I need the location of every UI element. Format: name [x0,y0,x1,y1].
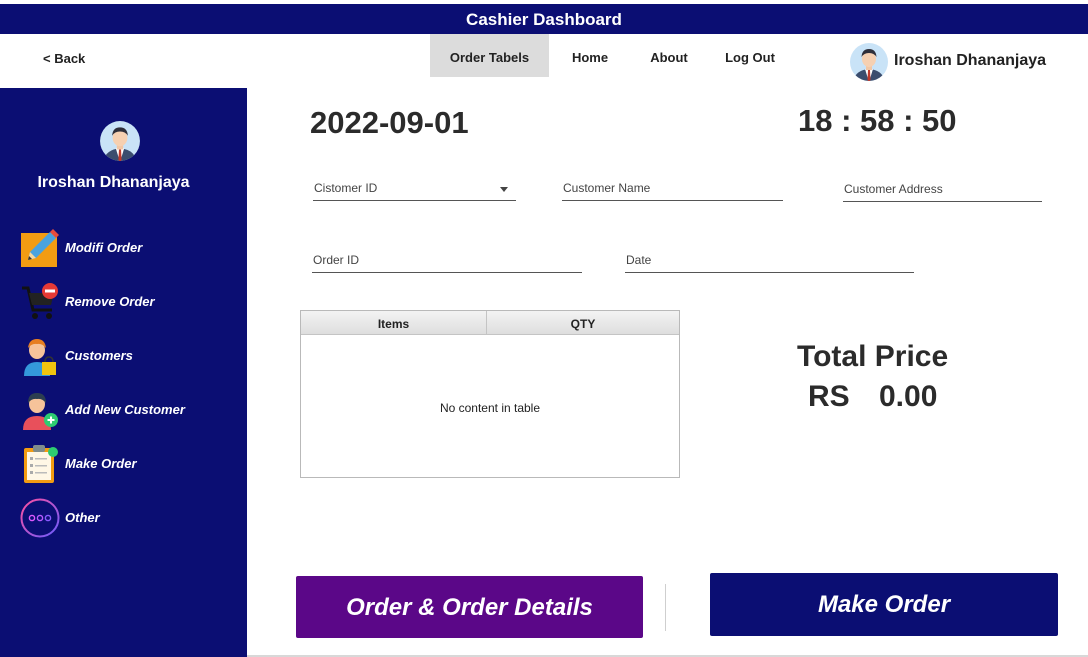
clipboard-icon [20,444,60,484]
pencil-icon [20,228,60,268]
date-label: Date [626,253,652,267]
avatar-icon [849,42,889,82]
add-user-icon [20,390,60,430]
table-empty-placeholder: No content in table [439,401,541,415]
order-items-table[interactable]: Items QTY No content in table [300,310,680,478]
nav-order-tables[interactable]: Order Tabels [430,34,549,77]
avatar-icon [99,120,141,162]
customers-icon [20,336,60,376]
customer-id-label: Cistomer ID [314,181,378,195]
window-title: Cashier Dashboard [0,4,1088,34]
table-header: Items QTY [301,311,679,335]
sidebar-item-remove-order[interactable]: Remove Order [20,282,235,322]
chevron-down-icon[interactable] [500,187,508,192]
main-content: 2022-09-01 18 : 58 : 50 Cistomer ID Cust… [247,88,1088,657]
total-price-currency: RS [808,380,850,413]
nav-about[interactable]: About [635,34,703,77]
sidebar-item-label: Remove Order [65,294,155,309]
more-icon [20,498,60,538]
order-id-field[interactable]: Order ID [312,249,582,273]
sidebar-item-label: Customers [65,348,133,363]
current-time: 18 : 58 : 50 [798,103,957,138]
customer-name-label: Customer Name [563,181,651,195]
nav-logout[interactable]: Log Out [715,34,785,77]
sidebar-item-label: Other [65,510,100,525]
top-navigation: < Back Order Tabels Home About Log Out I… [0,34,1088,88]
nav-home[interactable]: Home [555,34,625,77]
sidebar-item-label: Make Order [65,456,137,471]
column-header-qty[interactable]: QTY [487,311,679,335]
total-price-value: 0.00 [879,380,938,413]
current-date: 2022-09-01 [310,105,469,140]
sidebar-item-modify-order[interactable]: Modifi Order [20,228,235,268]
date-field[interactable]: Date [625,249,914,273]
order-id-label: Order ID [313,253,360,267]
sidebar-item-make-order[interactable]: Make Order [20,444,235,484]
customer-id-select[interactable]: Cistomer ID [313,177,516,201]
sidebar-user-name: Iroshan Dhananjaya [37,174,190,191]
sidebar: Iroshan Dhananjaya Modifi Order Remove O… [0,88,247,657]
make-order-button[interactable]: Make Order [710,573,1058,636]
back-button[interactable]: < Back [43,51,85,66]
total-price-title: Total Price [797,340,949,373]
customer-name-field[interactable]: Customer Name [562,177,783,201]
cart-remove-icon [20,282,60,322]
customer-address-field[interactable]: Customer Address [843,178,1042,202]
customer-address-label: Customer Address [844,182,943,196]
user-name: Iroshan Dhananjaya [894,52,1047,69]
column-header-items[interactable]: Items [301,311,487,335]
divider [665,584,666,631]
sidebar-item-label: Modifi Order [65,240,143,255]
sidebar-item-add-new-customer[interactable]: Add New Customer [20,390,235,430]
sidebar-item-customers[interactable]: Customers [20,336,235,376]
order-details-button[interactable]: Order & Order Details [296,576,643,638]
sidebar-item-label: Add New Customer [65,402,185,417]
sidebar-item-other[interactable]: Other [20,498,235,538]
